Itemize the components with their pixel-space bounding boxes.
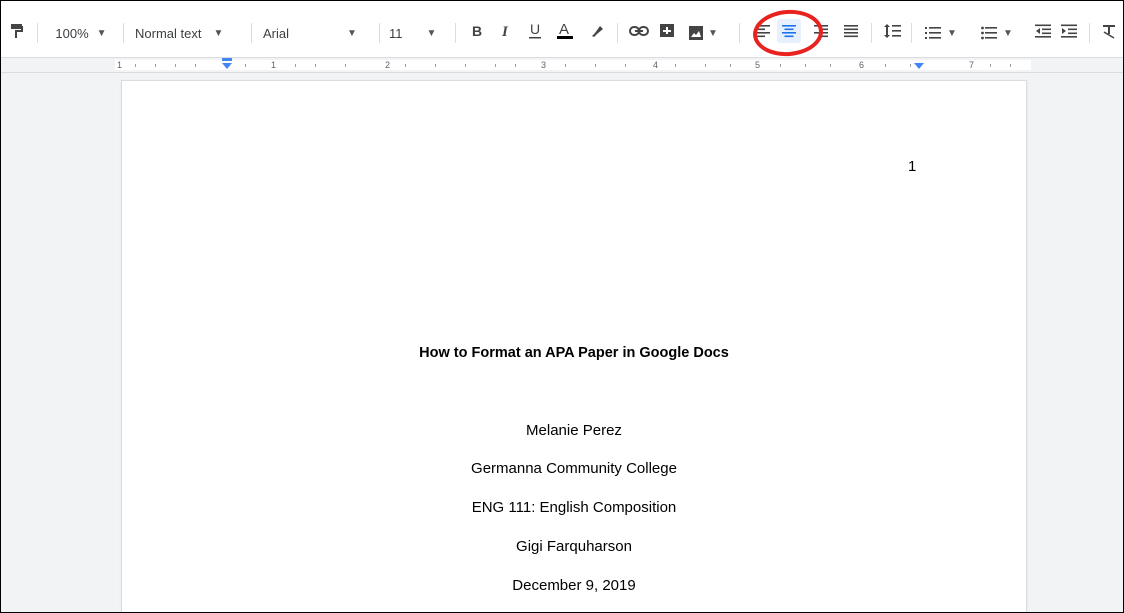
institution: Germanna Community College <box>471 460 677 477</box>
chevron-down-icon: ▼ <box>213 27 224 39</box>
chevron-down-icon: ▼ <box>96 27 107 39</box>
bold-icon[interactable]: B <box>465 19 489 43</box>
ruler-mark: 3 <box>541 60 547 70</box>
font-select[interactable]: Arial ▼ <box>263 19 375 47</box>
font-value: Arial <box>263 25 290 41</box>
document-page[interactable]: 1 How to Format an APA Paper in Google D… <box>122 81 1026 612</box>
line-spacing-icon[interactable] <box>881 19 905 43</box>
insert-image-button[interactable]: ▼ <box>683 19 723 47</box>
image-icon <box>689 26 704 40</box>
chevron-down-icon: ▼ <box>1003 27 1013 39</box>
highlight-pen-icon[interactable] <box>585 19 609 43</box>
chevron-down-icon: ▼ <box>947 27 957 39</box>
ruler: 1 1 2 3 4 5 6 7 <box>1 57 1123 73</box>
ruler-mark: 7 <box>969 60 975 70</box>
annotation-circle <box>751 7 825 59</box>
chevron-down-icon: ▼ <box>708 27 718 39</box>
app-frame: 100% ▼ Normal text ▼ Arial ▼ 11 ▼ B I U <box>0 0 1124 613</box>
numbered-list-button[interactable]: ▼ <box>919 19 963 47</box>
text-color-icon[interactable]: A <box>553 19 577 43</box>
ruler-mark: 2 <box>385 60 391 70</box>
ruler-mark: 1 <box>117 60 123 70</box>
zoom-select[interactable]: 100% ▼ <box>49 19 113 47</box>
course-name: ENG 111: English Composition <box>471 499 677 516</box>
svg-text:I: I <box>501 24 509 39</box>
svg-text:B: B <box>472 23 482 39</box>
zoom-value: 100% <box>55 25 89 41</box>
paper-title: How to Format an APA Paper in Google Doc… <box>419 345 729 361</box>
italic-icon[interactable]: I <box>495 19 519 43</box>
add-comment-icon[interactable] <box>655 19 679 43</box>
ruler-mark: 1 <box>271 60 277 70</box>
bulleted-list-button[interactable]: ▼ <box>975 19 1019 47</box>
font-size-value: 11 <box>389 25 403 41</box>
ruler-mark: 4 <box>653 60 659 70</box>
increase-indent-icon[interactable] <box>1057 19 1081 43</box>
chevron-down-icon: ▼ <box>347 27 357 39</box>
ruler-mark: 5 <box>755 60 761 70</box>
bulleted-list-icon <box>981 26 998 40</box>
paper-date: December 9, 2019 <box>512 577 636 594</box>
page-number: 1 <box>908 158 917 175</box>
style-select[interactable]: Normal text ▼ <box>135 19 245 47</box>
link-icon[interactable] <box>627 19 651 43</box>
author-name: Melanie Perez <box>526 422 622 439</box>
underline-icon[interactable]: U <box>523 19 547 43</box>
style-value: Normal text <box>135 25 202 41</box>
chevron-down-icon: ▼ <box>426 27 437 39</box>
svg-text:A: A <box>559 21 569 38</box>
instructor-name: Gigi Farquharson <box>516 538 632 555</box>
first-line-indent-marker-icon[interactable] <box>221 58 233 70</box>
font-size-select[interactable]: 11 ▼ <box>389 19 449 47</box>
right-indent-marker-icon[interactable] <box>913 60 925 70</box>
align-justify-icon[interactable] <box>839 19 863 43</box>
svg-text:U: U <box>530 22 540 37</box>
clear-formatting-icon[interactable] <box>1097 19 1121 43</box>
ruler-track: 1 1 2 3 4 5 6 7 <box>115 60 1031 70</box>
numbered-list-icon <box>925 27 942 39</box>
toolbar: 100% ▼ Normal text ▼ Arial ▼ 11 ▼ B I U <box>1 1 1123 59</box>
ruler-mark: 6 <box>859 60 865 70</box>
decrease-indent-icon[interactable] <box>1031 19 1055 43</box>
paint-format-icon[interactable] <box>5 19 29 43</box>
